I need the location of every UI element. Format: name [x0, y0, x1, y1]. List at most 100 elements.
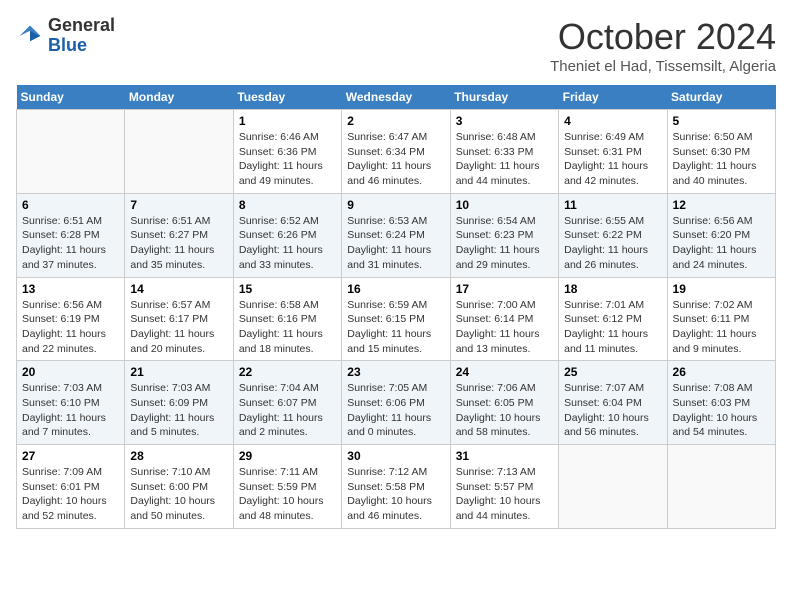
calendar-day-cell: 14 Sunrise: 6:57 AMSunset: 6:17 PMDaylig…: [125, 277, 233, 361]
day-info: Sunrise: 6:52 AMSunset: 6:26 PMDaylight:…: [239, 214, 336, 273]
day-number: 4: [564, 114, 661, 128]
calendar-day-cell: 3 Sunrise: 6:48 AMSunset: 6:33 PMDayligh…: [450, 110, 558, 194]
day-info: Sunrise: 7:01 AMSunset: 6:12 PMDaylight:…: [564, 298, 661, 357]
day-info: Sunrise: 6:53 AMSunset: 6:24 PMDaylight:…: [347, 214, 444, 273]
logo: General Blue: [16, 16, 115, 56]
calendar-day-cell: 24 Sunrise: 7:06 AMSunset: 6:05 PMDaylig…: [450, 361, 558, 445]
calendar-day-cell: 26 Sunrise: 7:08 AMSunset: 6:03 PMDaylig…: [667, 361, 775, 445]
calendar-day-cell: 6 Sunrise: 6:51 AMSunset: 6:28 PMDayligh…: [17, 193, 125, 277]
calendar-day-cell: 11 Sunrise: 6:55 AMSunset: 6:22 PMDaylig…: [559, 193, 667, 277]
calendar-day-cell: [667, 445, 775, 529]
day-info: Sunrise: 7:09 AMSunset: 6:01 PMDaylight:…: [22, 465, 119, 524]
day-number: 21: [130, 365, 227, 379]
logo-general-text: General: [48, 15, 115, 35]
day-number: 18: [564, 282, 661, 296]
header-row: SundayMondayTuesdayWednesdayThursdayFrid…: [17, 85, 776, 110]
day-number: 9: [347, 198, 444, 212]
location-text: Theniet el Had, Tissemsilt, Algeria: [550, 58, 776, 75]
day-info: Sunrise: 6:55 AMSunset: 6:22 PMDaylight:…: [564, 214, 661, 273]
day-number: 26: [673, 365, 770, 379]
calendar-day-cell: 22 Sunrise: 7:04 AMSunset: 6:07 PMDaylig…: [233, 361, 341, 445]
day-number: 8: [239, 198, 336, 212]
calendar-day-cell: 23 Sunrise: 7:05 AMSunset: 6:06 PMDaylig…: [342, 361, 450, 445]
page-header: General Blue October 2024 Theniet el Had…: [16, 16, 776, 75]
day-number: 29: [239, 449, 336, 463]
day-number: 31: [456, 449, 553, 463]
day-info: Sunrise: 6:48 AMSunset: 6:33 PMDaylight:…: [456, 130, 553, 189]
day-header: Tuesday: [233, 85, 341, 110]
day-info: Sunrise: 7:02 AMSunset: 6:11 PMDaylight:…: [673, 298, 770, 357]
calendar-day-cell: 2 Sunrise: 6:47 AMSunset: 6:34 PMDayligh…: [342, 110, 450, 194]
calendar-week-row: 6 Sunrise: 6:51 AMSunset: 6:28 PMDayligh…: [17, 193, 776, 277]
calendar-day-cell: 7 Sunrise: 6:51 AMSunset: 6:27 PMDayligh…: [125, 193, 233, 277]
logo-icon: [16, 22, 44, 50]
day-number: 19: [673, 282, 770, 296]
calendar-day-cell: [17, 110, 125, 194]
day-info: Sunrise: 6:46 AMSunset: 6:36 PMDaylight:…: [239, 130, 336, 189]
day-info: Sunrise: 7:04 AMSunset: 6:07 PMDaylight:…: [239, 381, 336, 440]
day-number: 1: [239, 114, 336, 128]
calendar-day-cell: 5 Sunrise: 6:50 AMSunset: 6:30 PMDayligh…: [667, 110, 775, 194]
day-info: Sunrise: 6:58 AMSunset: 6:16 PMDaylight:…: [239, 298, 336, 357]
day-header: Saturday: [667, 85, 775, 110]
calendar-week-row: 13 Sunrise: 6:56 AMSunset: 6:19 PMDaylig…: [17, 277, 776, 361]
day-info: Sunrise: 7:06 AMSunset: 6:05 PMDaylight:…: [456, 381, 553, 440]
day-number: 13: [22, 282, 119, 296]
calendar-day-cell: 8 Sunrise: 6:52 AMSunset: 6:26 PMDayligh…: [233, 193, 341, 277]
calendar-day-cell: 15 Sunrise: 6:58 AMSunset: 6:16 PMDaylig…: [233, 277, 341, 361]
day-info: Sunrise: 6:56 AMSunset: 6:19 PMDaylight:…: [22, 298, 119, 357]
calendar-day-cell: 30 Sunrise: 7:12 AMSunset: 5:58 PMDaylig…: [342, 445, 450, 529]
calendar-day-cell: 29 Sunrise: 7:11 AMSunset: 5:59 PMDaylig…: [233, 445, 341, 529]
day-number: 14: [130, 282, 227, 296]
day-number: 5: [673, 114, 770, 128]
day-info: Sunrise: 7:07 AMSunset: 6:04 PMDaylight:…: [564, 381, 661, 440]
day-info: Sunrise: 6:59 AMSunset: 6:15 PMDaylight:…: [347, 298, 444, 357]
day-info: Sunrise: 7:11 AMSunset: 5:59 PMDaylight:…: [239, 465, 336, 524]
day-info: Sunrise: 6:54 AMSunset: 6:23 PMDaylight:…: [456, 214, 553, 273]
calendar-day-cell: 12 Sunrise: 6:56 AMSunset: 6:20 PMDaylig…: [667, 193, 775, 277]
day-info: Sunrise: 6:51 AMSunset: 6:27 PMDaylight:…: [130, 214, 227, 273]
day-number: 6: [22, 198, 119, 212]
calendar-day-cell: [559, 445, 667, 529]
day-header: Sunday: [17, 85, 125, 110]
calendar-day-cell: 17 Sunrise: 7:00 AMSunset: 6:14 PMDaylig…: [450, 277, 558, 361]
logo-blue-text: Blue: [48, 35, 87, 55]
day-info: Sunrise: 7:03 AMSunset: 6:09 PMDaylight:…: [130, 381, 227, 440]
day-header: Monday: [125, 85, 233, 110]
day-number: 20: [22, 365, 119, 379]
day-info: Sunrise: 6:50 AMSunset: 6:30 PMDaylight:…: [673, 130, 770, 189]
day-number: 28: [130, 449, 227, 463]
day-info: Sunrise: 7:13 AMSunset: 5:57 PMDaylight:…: [456, 465, 553, 524]
day-header: Wednesday: [342, 85, 450, 110]
title-area: October 2024 Theniet el Had, Tissemsilt,…: [550, 16, 776, 75]
day-info: Sunrise: 6:56 AMSunset: 6:20 PMDaylight:…: [673, 214, 770, 273]
calendar-day-cell: 27 Sunrise: 7:09 AMSunset: 6:01 PMDaylig…: [17, 445, 125, 529]
calendar-day-cell: 28 Sunrise: 7:10 AMSunset: 6:00 PMDaylig…: [125, 445, 233, 529]
calendar-day-cell: 1 Sunrise: 6:46 AMSunset: 6:36 PMDayligh…: [233, 110, 341, 194]
day-number: 25: [564, 365, 661, 379]
day-number: 15: [239, 282, 336, 296]
day-info: Sunrise: 7:03 AMSunset: 6:10 PMDaylight:…: [22, 381, 119, 440]
calendar-week-row: 27 Sunrise: 7:09 AMSunset: 6:01 PMDaylig…: [17, 445, 776, 529]
day-info: Sunrise: 7:12 AMSunset: 5:58 PMDaylight:…: [347, 465, 444, 524]
calendar-day-cell: 16 Sunrise: 6:59 AMSunset: 6:15 PMDaylig…: [342, 277, 450, 361]
day-number: 22: [239, 365, 336, 379]
day-number: 27: [22, 449, 119, 463]
calendar-day-cell: 21 Sunrise: 7:03 AMSunset: 6:09 PMDaylig…: [125, 361, 233, 445]
day-info: Sunrise: 7:05 AMSunset: 6:06 PMDaylight:…: [347, 381, 444, 440]
day-info: Sunrise: 7:00 AMSunset: 6:14 PMDaylight:…: [456, 298, 553, 357]
day-number: 23: [347, 365, 444, 379]
day-number: 3: [456, 114, 553, 128]
calendar-table: SundayMondayTuesdayWednesdayThursdayFrid…: [16, 85, 776, 529]
calendar-day-cell: 9 Sunrise: 6:53 AMSunset: 6:24 PMDayligh…: [342, 193, 450, 277]
day-number: 17: [456, 282, 553, 296]
day-info: Sunrise: 6:47 AMSunset: 6:34 PMDaylight:…: [347, 130, 444, 189]
calendar-day-cell: 4 Sunrise: 6:49 AMSunset: 6:31 PMDayligh…: [559, 110, 667, 194]
month-title: October 2024: [550, 16, 776, 58]
day-number: 24: [456, 365, 553, 379]
calendar-week-row: 1 Sunrise: 6:46 AMSunset: 6:36 PMDayligh…: [17, 110, 776, 194]
day-number: 10: [456, 198, 553, 212]
day-number: 30: [347, 449, 444, 463]
calendar-day-cell: 25 Sunrise: 7:07 AMSunset: 6:04 PMDaylig…: [559, 361, 667, 445]
day-header: Thursday: [450, 85, 558, 110]
